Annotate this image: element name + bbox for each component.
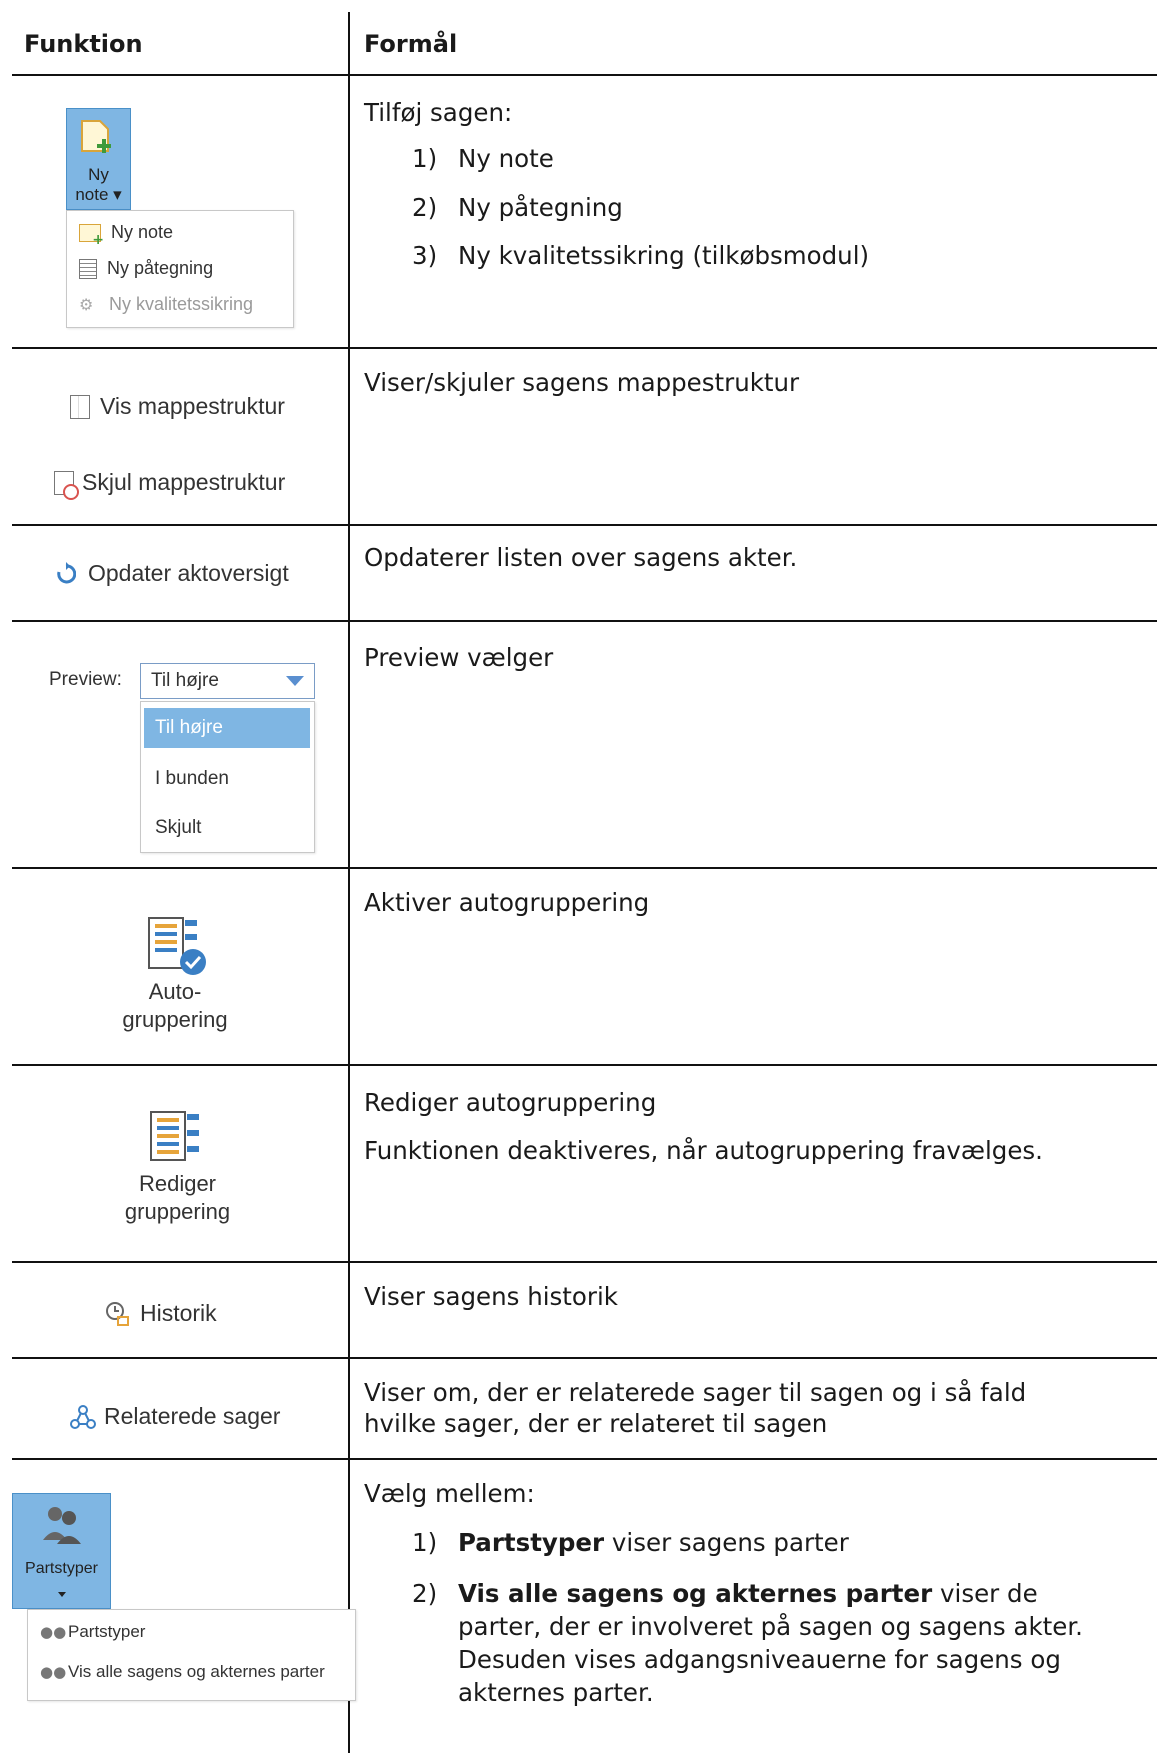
parties-icon xyxy=(43,1507,81,1544)
related-cases-icon xyxy=(70,1404,96,1429)
chevron-down-icon xyxy=(58,1592,66,1597)
relaterede-sager-button[interactable]: Relaterede sager xyxy=(70,1403,280,1430)
preview-option-selected[interactable]: Til højre xyxy=(144,708,310,748)
ny-note-label: Ny note ▾ xyxy=(75,165,122,204)
refresh-icon xyxy=(57,561,76,583)
new-note-icon xyxy=(81,120,111,153)
autogruppering-description: Aktiver autogruppering xyxy=(364,888,650,917)
relaterede-description-line1: Viser om, der er relaterede sager til sa… xyxy=(364,1378,1027,1407)
partstyper-label: Partstyper xyxy=(25,1560,98,1577)
document-page: Funktion Formål Ny note ▾ + Ny note Ny p… xyxy=(0,0,1165,1753)
preview-label: Preview: xyxy=(49,669,122,690)
menu-item-vis-alle-parter[interactable]: ●● Vis alle sagens og akternes parter xyxy=(40,1662,325,1682)
list-item: 2) Vis alle sagens og akternes parter vi… xyxy=(412,1579,1083,1707)
hide-folder-structure-icon xyxy=(54,470,79,500)
historik-description: Viser sagens historik xyxy=(364,1282,618,1311)
row-rule xyxy=(12,1357,1157,1359)
ny-note-menu: + Ny note Ny påtegning ⚙ Ny kvalitetssik… xyxy=(66,210,294,328)
column-divider xyxy=(348,12,350,1753)
list-item: 3) Ny kvalitetssikring (tilkøbsmodul) xyxy=(412,241,870,270)
row-rule xyxy=(12,1261,1157,1263)
endorsement-icon xyxy=(79,258,97,279)
autogruppering-button[interactable]: Auto- gruppering xyxy=(115,916,235,1036)
column-header-funktion: Funktion xyxy=(24,30,143,58)
edit-grouping-icon xyxy=(150,1111,199,1161)
history-icon xyxy=(106,1301,129,1326)
vis-mappestruktur-button[interactable]: Vis mappestruktur xyxy=(70,393,285,420)
new-note-icon: + xyxy=(79,223,104,247)
autogroup-icon xyxy=(148,917,206,975)
preview-option[interactable]: I bunden xyxy=(155,768,229,790)
opdater-description: Opdaterer listen over sagens akter. xyxy=(364,543,798,572)
column-header-formaal: Formål xyxy=(364,30,458,58)
row-rule xyxy=(12,347,1157,349)
list-item: 1) Ny note xyxy=(412,144,554,173)
row-rule xyxy=(12,1458,1157,1460)
preview-select[interactable]: Til højre xyxy=(140,663,315,699)
row-rule xyxy=(12,1064,1157,1066)
list-item: 2) Ny påtegning xyxy=(412,193,623,222)
rediger-gruppering-button[interactable]: Rediger gruppering xyxy=(115,1110,240,1230)
mappestruktur-description: Viser/skjuler sagens mappestruktur xyxy=(364,368,800,397)
ny-note-button[interactable]: Ny note ▾ xyxy=(66,108,131,210)
relaterede-description-line2: hvilke sager, der er relateret til sagen xyxy=(364,1409,828,1438)
folder-structure-icon xyxy=(70,394,90,419)
partstyper-menu: ●● Partstyper ●● Vis alle sagens og akte… xyxy=(27,1609,356,1701)
header-rule xyxy=(12,74,1157,76)
chevron-down-icon xyxy=(286,676,304,686)
preview-option[interactable]: Skjult xyxy=(155,817,201,839)
quality-assurance-icon: ⚙ xyxy=(79,294,94,314)
row-rule xyxy=(12,524,1157,526)
list-item: 1) Partstyper viser sagens parter xyxy=(412,1528,849,1557)
partstyper-intro: Vælg mellem: xyxy=(364,1479,535,1508)
partstyper-button[interactable]: Partstyper xyxy=(12,1493,111,1609)
parties-icon: ●● xyxy=(40,1663,67,1681)
ny-note-intro: Tilføj sagen: xyxy=(364,98,513,127)
parties-icon: ●● xyxy=(40,1623,67,1641)
menu-item-ny-note[interactable]: + Ny note xyxy=(79,222,173,247)
preview-description: Preview vælger xyxy=(364,643,554,672)
row-rule xyxy=(12,620,1157,622)
historik-button[interactable]: Historik xyxy=(104,1300,217,1327)
rediger-gruppering-label: Rediger gruppering xyxy=(124,1171,231,1224)
skjul-mappestruktur-button[interactable]: Skjul mappestruktur xyxy=(54,469,285,500)
rediger-description-2: Funktionen deaktiveres, når autogrupperi… xyxy=(364,1136,1043,1165)
preview-options: Til højre I bunden Skjult xyxy=(140,701,315,853)
menu-item-partstyper[interactable]: ●● Partstyper xyxy=(40,1622,145,1642)
menu-item-ny-paategning[interactable]: Ny påtegning xyxy=(79,258,213,279)
autogruppering-label: Auto- gruppering xyxy=(122,979,228,1032)
opdater-aktoversigt-button[interactable]: Opdater aktoversigt xyxy=(56,560,289,587)
menu-item-ny-kvalitetssikring: ⚙ Ny kvalitetssikring xyxy=(79,294,254,314)
row-rule xyxy=(12,867,1157,869)
rediger-description-1: Rediger autogruppering xyxy=(364,1088,657,1117)
